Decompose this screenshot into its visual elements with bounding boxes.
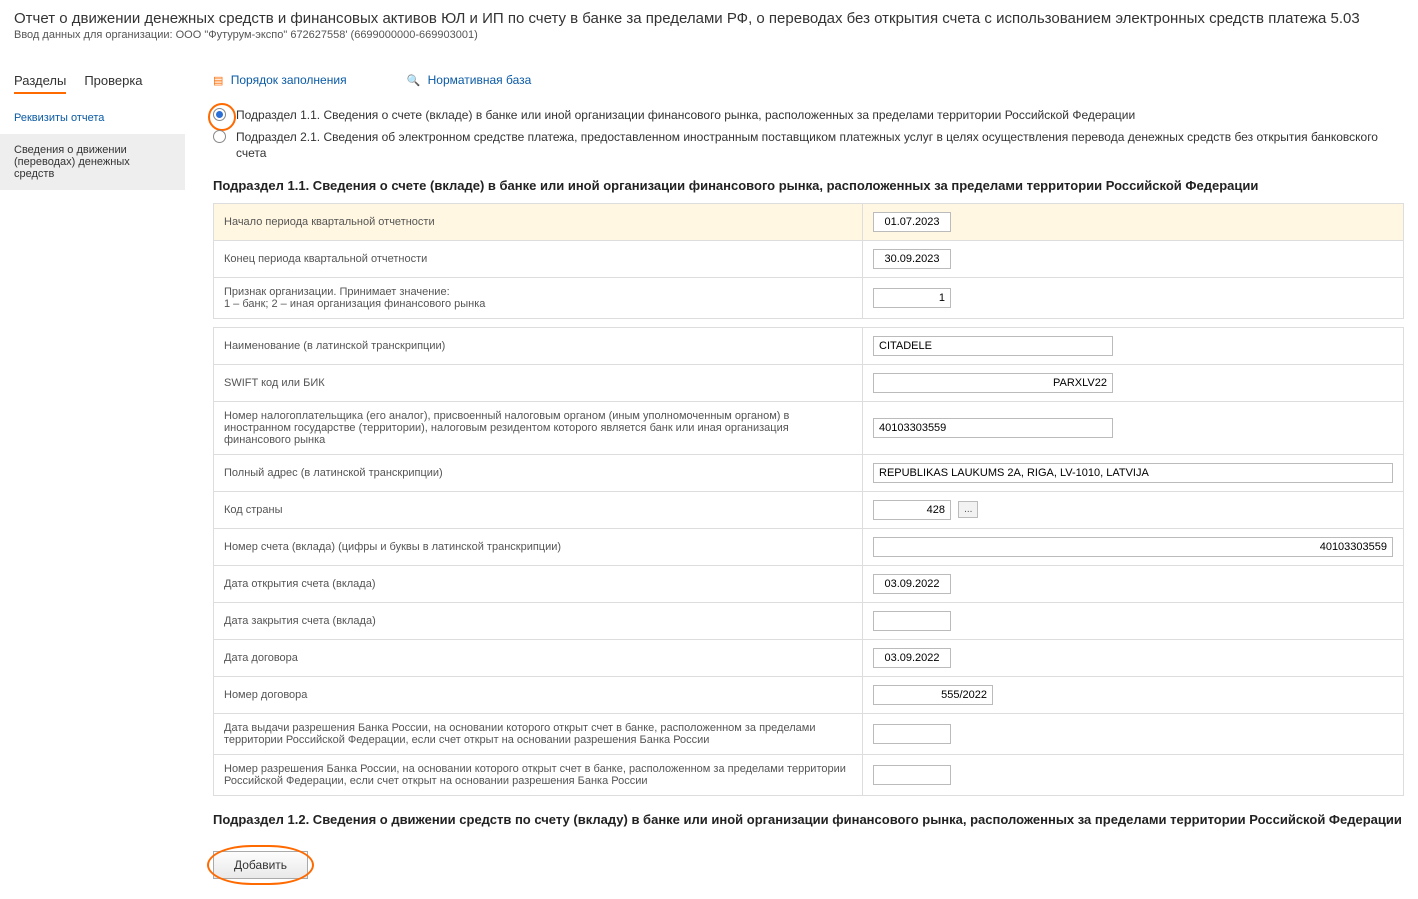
- label-tax-no: Номер налогоплательщика (его аналог), пр…: [214, 401, 863, 454]
- input-org-sign[interactable]: [873, 288, 951, 308]
- radio-1-input[interactable]: [213, 108, 226, 121]
- input-tax-no[interactable]: [873, 418, 1113, 438]
- sidebar: Разделы Проверка Реквизиты отчета Сведен…: [0, 53, 185, 899]
- label-close-date: Дата закрытия счета (вклада): [214, 602, 863, 639]
- label-open-date: Дата открытия счета (вклада): [214, 565, 863, 602]
- label-org-sign: Признак организации. Принимает значение:…: [214, 277, 863, 318]
- document-icon: ▤: [213, 75, 223, 87]
- form-table-1-1: Начало периода квартальной отчетности Ко…: [213, 203, 1404, 796]
- radio-2-input[interactable]: [213, 130, 226, 143]
- add-button[interactable]: Добавить: [213, 851, 308, 879]
- input-country[interactable]: [873, 500, 951, 520]
- label-period-start: Начало периода квартальной отчетности: [214, 203, 863, 240]
- input-contract-date[interactable]: [873, 648, 951, 668]
- radio-option-2[interactable]: Подраздел 2.1. Сведения об электронном с…: [213, 129, 1404, 161]
- link-norm-base-label: Нормативная база: [428, 73, 532, 87]
- label-permit-date: Дата выдачи разрешения Банка России, на …: [214, 713, 863, 754]
- page-subtitle: Ввод данных для организации: ООО "Футуру…: [14, 29, 1404, 41]
- label-country: Код страны: [214, 491, 863, 528]
- input-address[interactable]: [873, 463, 1393, 483]
- page-title: Отчет о движении денежных средств и фина…: [14, 10, 1404, 27]
- input-close-date[interactable]: [873, 611, 951, 631]
- input-open-date[interactable]: [873, 574, 951, 594]
- link-fill-order[interactable]: ▤ Порядок заполнения: [213, 73, 347, 87]
- label-period-end: Конец периода квартальной отчетности: [214, 240, 863, 277]
- radio-1-label: Подраздел 1.1. Сведения о счете (вкладе)…: [236, 107, 1135, 123]
- tab-sections[interactable]: Разделы: [14, 73, 66, 94]
- input-contract-no[interactable]: [873, 685, 993, 705]
- label-swift: SWIFT код или БИК: [214, 364, 863, 401]
- input-swift[interactable]: [873, 373, 1113, 393]
- input-period-end[interactable]: [873, 249, 951, 269]
- label-acct-no: Номер счета (вклада) (цифры и буквы в ла…: [214, 528, 863, 565]
- link-norm-base[interactable]: 🔍 Нормативная база: [407, 73, 532, 87]
- label-address: Полный адрес (в латинской транскрипции): [214, 454, 863, 491]
- input-permit-date[interactable]: [873, 724, 951, 744]
- input-acct-no[interactable]: [873, 537, 1393, 557]
- search-icon: 🔍: [407, 75, 421, 87]
- tab-check[interactable]: Проверка: [84, 73, 142, 94]
- content-area: ▤ Порядок заполнения 🔍 Нормативная база …: [185, 53, 1418, 899]
- label-contract-date: Дата договора: [214, 639, 863, 676]
- input-period-start[interactable]: [873, 212, 951, 232]
- label-contract-no: Номер договора: [214, 676, 863, 713]
- link-fill-order-label: Порядок заполнения: [231, 73, 347, 87]
- radio-2-label: Подраздел 2.1. Сведения об электронном с…: [236, 129, 1404, 161]
- input-permit-no[interactable]: [873, 765, 951, 785]
- lookup-country-button[interactable]: ...: [958, 501, 978, 518]
- add-button-highlight: Добавить: [213, 851, 308, 879]
- radio-option-1[interactable]: Подраздел 1.1. Сведения о счете (вкладе)…: [213, 107, 1404, 123]
- input-name-latin[interactable]: [873, 336, 1113, 356]
- section-1-1-title: Подраздел 1.1. Сведения о счете (вкладе)…: [213, 178, 1404, 193]
- section-1-2-title: Подраздел 1.2. Сведения о движении средс…: [213, 812, 1404, 827]
- sidebar-item-requisites[interactable]: Реквизиты отчета: [0, 102, 185, 134]
- label-name-latin: Наименование (в латинской транскрипции): [214, 327, 863, 364]
- page-header: Отчет о движении денежных средств и фина…: [0, 0, 1418, 45]
- sidebar-item-movement[interactable]: Сведения о движении (переводах) денежных…: [0, 134, 185, 190]
- label-permit-no: Номер разрешения Банка России, на основа…: [214, 754, 863, 795]
